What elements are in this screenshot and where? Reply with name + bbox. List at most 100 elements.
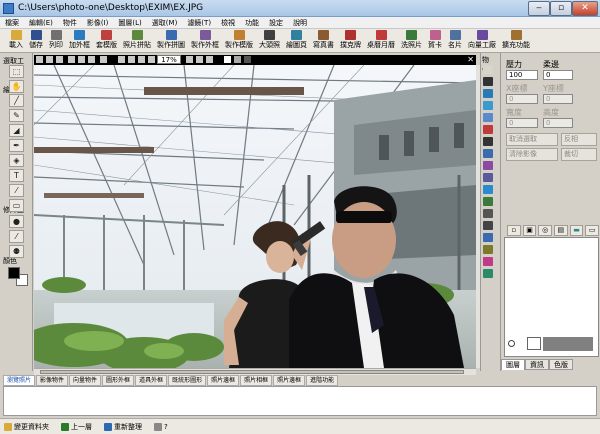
move-icon[interactable] bbox=[56, 56, 63, 63]
horizontal-scrollbar[interactable] bbox=[34, 368, 476, 375]
red-eye-icon[interactable]: ● bbox=[9, 215, 24, 228]
text-icon[interactable]: T bbox=[9, 169, 24, 182]
toolbar-button-10[interactable]: 繪圖頁 bbox=[283, 29, 310, 53]
crop-icon[interactable] bbox=[88, 56, 95, 63]
softness-input[interactable]: 0 bbox=[543, 70, 573, 80]
browser-tab-6[interactable]: 照片邊框 bbox=[207, 375, 240, 386]
height-input[interactable]: 0 bbox=[543, 118, 573, 128]
dark-bg-icon[interactable] bbox=[244, 56, 251, 63]
layer-row[interactable] bbox=[507, 336, 597, 352]
clear-image-button[interactable]: 清除影像 bbox=[506, 148, 558, 161]
toolbar-button-4[interactable]: 套模版 bbox=[93, 29, 120, 53]
toolbar-button-1[interactable]: 儲存 bbox=[26, 29, 46, 53]
zoom-level[interactable]: 17% bbox=[157, 55, 181, 64]
minimize-button[interactable]: ‒ bbox=[528, 1, 550, 16]
cancel-selection-button[interactable]: 取消選取 bbox=[506, 133, 558, 146]
browser-tab-9[interactable]: 進階功能 bbox=[306, 375, 339, 386]
pen-icon[interactable]: ✒ bbox=[9, 139, 24, 152]
object-tool-icon-13[interactable] bbox=[483, 221, 493, 230]
rotate-icon[interactable] bbox=[68, 56, 75, 63]
toolbar-button-18[interactable]: 擴充功能 bbox=[499, 29, 533, 53]
toolbar-button-15[interactable]: 賀卡 bbox=[425, 29, 445, 53]
foreground-color-swatch[interactable] bbox=[8, 267, 20, 279]
menu-item-0[interactable]: 檔案 bbox=[0, 17, 24, 28]
menu-item-10[interactable]: 說明 bbox=[288, 17, 312, 28]
toolbar-button-6[interactable]: 製作拼圖 bbox=[154, 29, 188, 53]
object-tool-icon-15[interactable] bbox=[483, 245, 493, 254]
object-tool-icon-12[interactable] bbox=[483, 209, 493, 218]
menu-item-9[interactable]: 設定 bbox=[264, 17, 288, 28]
image-icon[interactable] bbox=[100, 56, 107, 63]
merge-layer-icon[interactable]: ▤ bbox=[554, 225, 568, 236]
status-item-1[interactable]: 上一層 bbox=[61, 419, 92, 434]
fit-window-icon[interactable] bbox=[148, 56, 155, 63]
menu-item-8[interactable]: 功能 bbox=[240, 17, 264, 28]
visibility-icon[interactable] bbox=[508, 340, 515, 347]
delete-layer-icon[interactable]: ◎ bbox=[538, 225, 553, 236]
properties-tab-2[interactable]: 色版 bbox=[549, 359, 573, 370]
close-button[interactable]: ✕ bbox=[572, 1, 598, 16]
toolbar-button-2[interactable]: 列印 bbox=[46, 29, 66, 53]
browser-tab-0[interactable]: 瀏覽照片 bbox=[3, 375, 36, 386]
toolbar-button-9[interactable]: 大頭照 bbox=[256, 29, 283, 53]
next-icon[interactable] bbox=[196, 56, 203, 63]
toolbar-button-0[interactable]: 載入 bbox=[6, 29, 26, 53]
x-coordinate-input[interactable]: 0 bbox=[506, 94, 538, 104]
object-tool-icon-17[interactable] bbox=[483, 269, 493, 278]
copy-layer-icon[interactable]: ▣ bbox=[522, 225, 537, 236]
toolbar-button-16[interactable]: 名片 bbox=[445, 29, 465, 53]
clone-icon[interactable]: ⚉ bbox=[9, 245, 24, 258]
invert-button[interactable]: 反相 bbox=[561, 133, 597, 146]
status-item-3[interactable]: ? bbox=[154, 419, 168, 434]
actual-size-icon[interactable] bbox=[138, 56, 145, 63]
toolbar-button-7[interactable]: 製作外框 bbox=[188, 29, 222, 53]
width-input[interactable]: 0 bbox=[506, 118, 538, 128]
object-tool-icon-7[interactable] bbox=[483, 149, 493, 158]
toolbar-button-3[interactable]: 加外框 bbox=[66, 29, 93, 53]
object-tool-icon-11[interactable] bbox=[483, 197, 493, 206]
toolbar-button-11[interactable]: 寫真書 bbox=[310, 29, 337, 53]
fill-icon[interactable]: ◈ bbox=[9, 154, 24, 167]
object-tool-icon-9[interactable] bbox=[483, 173, 493, 182]
toolbar-button-13[interactable]: 桌曆月曆 bbox=[364, 29, 398, 53]
menu-item-7[interactable]: 檢視 bbox=[216, 17, 240, 28]
properties-tab-1[interactable]: 資訊 bbox=[525, 359, 549, 370]
properties-tab-0[interactable]: 圖層 bbox=[501, 359, 525, 370]
browser-tab-7[interactable]: 照片相框 bbox=[240, 375, 273, 386]
menu-item-1[interactable]: 編輯(E) bbox=[24, 17, 58, 28]
layer-color-icon[interactable]: ▬ bbox=[569, 225, 584, 236]
brush-icon[interactable]: ⁄ bbox=[9, 230, 24, 243]
object-tool-icon-0[interactable] bbox=[483, 65, 493, 74]
toolbar-button-17[interactable]: 向量工廠 bbox=[465, 29, 499, 53]
flip-icon[interactable] bbox=[78, 56, 85, 63]
menu-item-6[interactable]: 濾鏡(T) bbox=[182, 17, 216, 28]
browser-tab-2[interactable]: 向量物件 bbox=[69, 375, 102, 386]
menu-item-3[interactable]: 影像(I) bbox=[82, 17, 114, 28]
object-tool-icon-6[interactable] bbox=[483, 137, 493, 146]
status-item-0[interactable]: 變更資料夾 bbox=[4, 419, 49, 434]
object-tool-icon-3[interactable] bbox=[483, 101, 493, 110]
object-tool-icon-1[interactable] bbox=[483, 77, 493, 86]
pencil-icon[interactable]: ✎ bbox=[9, 109, 24, 122]
close-image-icon[interactable]: ✕ bbox=[467, 55, 474, 64]
layer-settings-icon[interactable]: ▭ bbox=[585, 225, 600, 236]
fit-icon[interactable] bbox=[36, 56, 43, 63]
zoom-in-icon[interactable] bbox=[118, 56, 125, 63]
gray-bg-icon[interactable] bbox=[234, 56, 241, 63]
browser-tab-4[interactable]: 道具外框 bbox=[135, 375, 168, 386]
rect-select-icon[interactable]: ⬚ bbox=[9, 65, 24, 78]
hand-icon[interactable]: ✋ bbox=[9, 80, 24, 93]
object-tool-icon-8[interactable] bbox=[483, 161, 493, 170]
object-tool-icon-16[interactable] bbox=[483, 257, 493, 266]
menu-item-2[interactable]: 物件 bbox=[58, 17, 82, 28]
object-tool-icon-4[interactable] bbox=[483, 113, 493, 122]
toolbar-button-5[interactable]: 照片拼貼 bbox=[120, 29, 154, 53]
horizontal-scroll-thumb[interactable] bbox=[40, 370, 464, 374]
toolbar-button-14[interactable]: 洗照片 bbox=[398, 29, 425, 53]
toolbar-button-8[interactable]: 製作模版 bbox=[222, 29, 256, 53]
browser-tab-1[interactable]: 影像物件 bbox=[36, 375, 69, 386]
prev-icon[interactable] bbox=[186, 56, 193, 63]
select-icon[interactable] bbox=[46, 56, 53, 63]
browser-tab-8[interactable]: 照片邊框 bbox=[273, 375, 306, 386]
white-bg-icon[interactable] bbox=[224, 56, 231, 63]
